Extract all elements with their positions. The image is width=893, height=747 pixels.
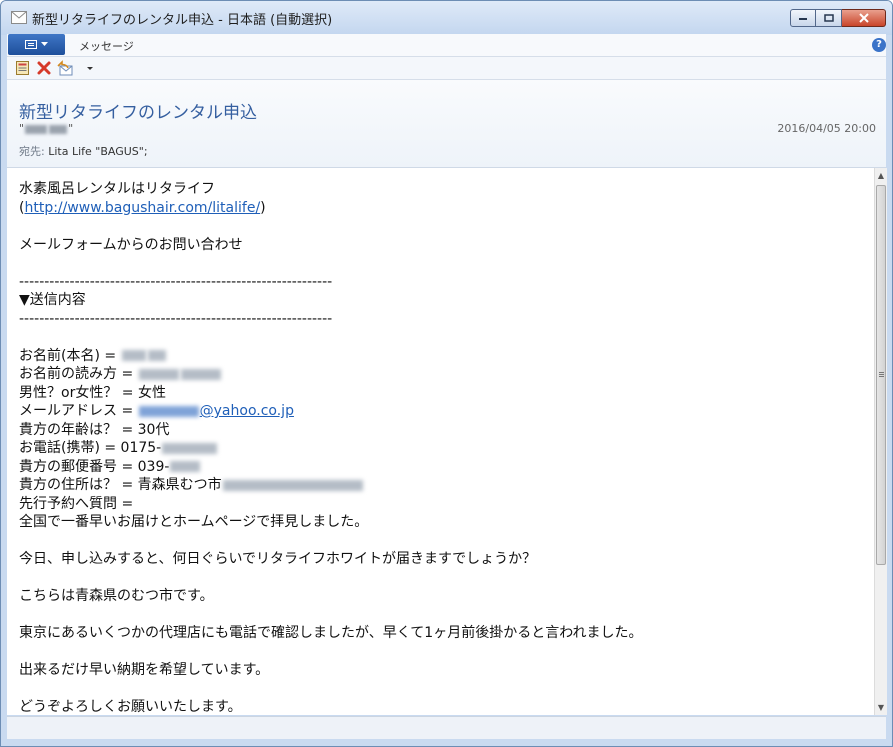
email-link[interactable]: @yahoo.co.jp	[138, 403, 294, 419]
to-line: 宛先: Lita Life "BAGUS";	[19, 143, 148, 159]
site-link[interactable]: http://www.bagushair.com/litalife/	[24, 200, 260, 216]
question-line: 今日、申し込みすると、何日ぐらいでリタライフホワイトが届きますでしょうか？	[19, 551, 537, 567]
close-button[interactable]	[842, 9, 886, 27]
message-date: 2016/04/05 20:00	[777, 122, 876, 135]
minimize-button[interactable]	[790, 9, 816, 27]
mail-window: 新型リタライフのレンタル申込 - 日本語 (自動選択) メッセージ ? 新型リタ…	[0, 0, 893, 747]
maximize-button[interactable]	[816, 9, 842, 27]
close-icon	[858, 13, 869, 23]
message-body: 水素風呂レンタルはリタライフ (http://www.bagushair.com…	[7, 168, 874, 715]
tab-message[interactable]: メッセージ	[79, 38, 134, 54]
minimize-icon	[799, 18, 807, 20]
reply-icon[interactable]	[57, 60, 73, 76]
redacted-zip	[170, 461, 201, 472]
menu-bar: メッセージ ?	[7, 34, 886, 57]
redacted-name-last	[147, 350, 166, 361]
to-label: 宛先:	[19, 145, 45, 158]
body-line: 水素風呂レンタルはリタライフ	[19, 181, 215, 197]
redacted-address	[222, 479, 363, 491]
body-line: メールフォームからのお問い合わせ	[19, 236, 243, 253]
status-bar	[7, 716, 886, 739]
separator: ----------------------------------------…	[19, 310, 333, 327]
address-field: 貴方の住所は？ = 青森県むつ市	[19, 476, 643, 495]
redacted-email-user	[138, 405, 199, 417]
redacted-name-first	[121, 350, 146, 361]
question-field: 先行予約へ質問 =	[19, 495, 134, 512]
section-heading: ▼送信内容	[19, 292, 86, 308]
title-bar: 新型リタライフのレンタル申込 - 日本語 (自動選択)	[1, 1, 892, 35]
maximize-icon	[823, 14, 834, 22]
question-line: こちらは青森県のむつ市です。	[19, 588, 214, 604]
scroll-down-arrow-icon[interactable]: ▼	[875, 700, 887, 715]
name-field: お名前(本名) =	[19, 347, 643, 366]
scroll-up-arrow-icon[interactable]: ▲	[875, 168, 887, 183]
reading-field: お名前の読み方 =	[19, 365, 643, 384]
redacted-phone	[162, 442, 218, 454]
scroll-thumb[interactable]	[876, 185, 886, 565]
grip-icon	[879, 372, 884, 373]
delete-icon[interactable]	[36, 60, 52, 76]
vertical-scrollbar[interactable]: ▲ ▼	[874, 168, 887, 715]
sender: " "	[19, 122, 74, 135]
zip-field: 貴方の郵便番号 = 039-	[19, 458, 643, 477]
menu-button[interactable]	[8, 34, 65, 55]
toolbar	[7, 57, 886, 80]
message-subject: 新型リタライフのレンタル申込	[19, 103, 257, 123]
redacted-sender-last	[49, 124, 68, 134]
to-value: Lita Life "BAGUS";	[48, 145, 148, 158]
message-text: 水素風呂レンタルはリタライフ (http://www.bagushair.com…	[19, 180, 643, 715]
gender-field: 男性？or女性？ = 女性	[19, 384, 166, 401]
menu-icon	[25, 40, 37, 49]
save-icon[interactable]	[15, 60, 31, 76]
redacted-reading-last	[180, 368, 221, 380]
envelope-icon	[11, 11, 27, 24]
question-line: どうぞよろしくお願いいたします。	[19, 699, 242, 715]
separator: ----------------------------------------…	[19, 273, 333, 290]
dropdown-arrow-icon[interactable]	[83, 60, 99, 76]
question-line: 出来るだけ早い納期を希望しています。	[19, 662, 270, 678]
redacted-reading-first	[138, 368, 179, 380]
email-field: メールアドレス = @yahoo.co.jp	[19, 403, 294, 419]
age-field: 貴方の年齢は？ = 30代	[19, 421, 170, 438]
window-title: 新型リタライフのレンタル申込 - 日本語 (自動選択)	[32, 13, 333, 28]
question-line: 全国で一番早いお届けとホームページで拝見しました。	[19, 514, 369, 530]
redacted-sender-first	[25, 124, 48, 134]
question-line: 東京にあるいくつかの代理店にも電話で確認しましたが、早くて1ヶ月前後掛かると言わ…	[19, 625, 643, 641]
message-header: 新型リタライフのレンタル申込 " " 2016/04/05 20:00 宛先: L…	[7, 80, 886, 168]
window-controls	[790, 9, 886, 27]
url-line: (http://www.bagushair.com/litalife/)	[19, 199, 266, 216]
help-icon[interactable]: ?	[872, 38, 886, 52]
chevron-down-icon	[41, 42, 48, 46]
phone-field: お電話(携帯) = 0175-	[19, 439, 643, 458]
